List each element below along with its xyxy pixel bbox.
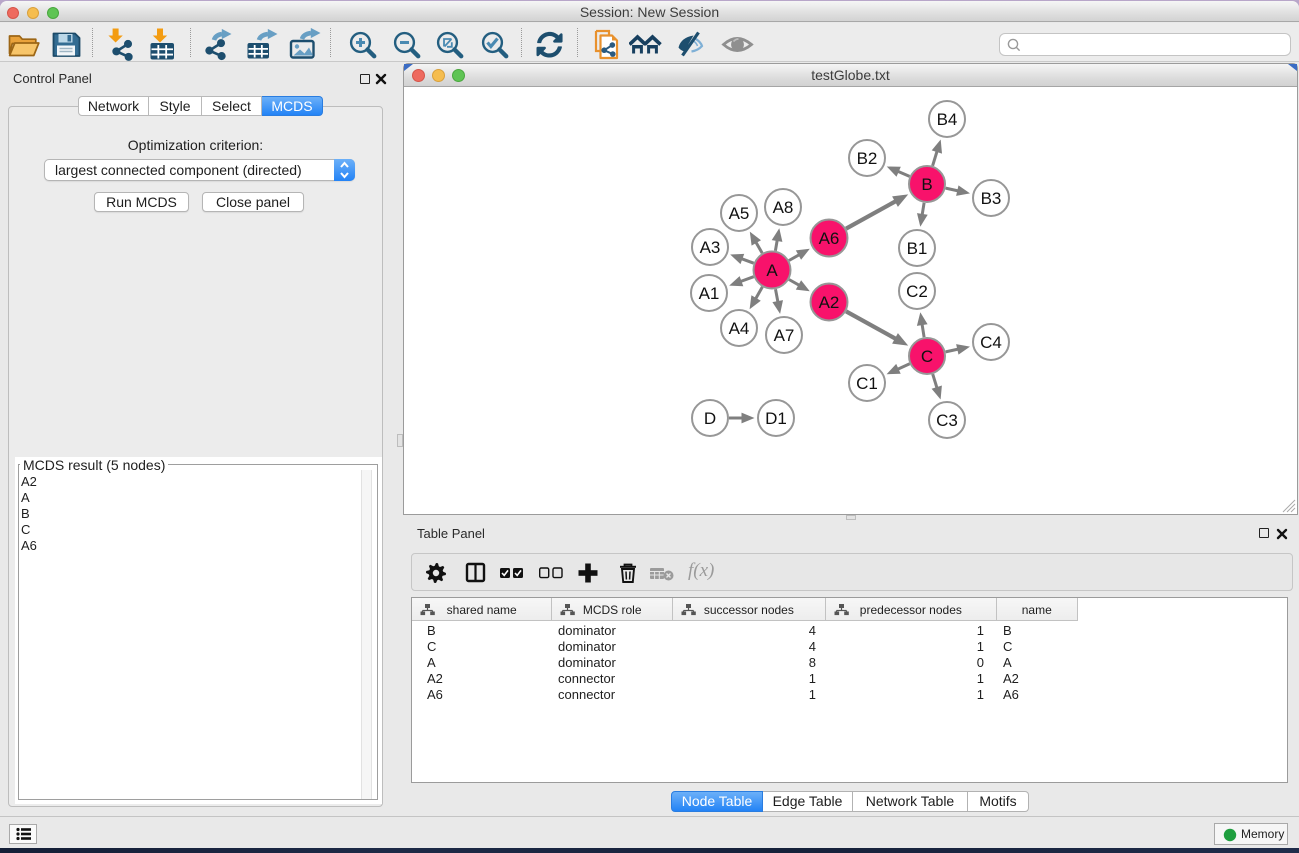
svg-text:B: B — [921, 175, 932, 194]
svg-text:C4: C4 — [980, 333, 1002, 352]
svg-text:A8: A8 — [773, 198, 794, 217]
svg-text:D1: D1 — [765, 409, 787, 428]
svg-text:A5: A5 — [729, 204, 750, 223]
svg-text:B1: B1 — [907, 239, 928, 258]
svg-text:D: D — [704, 409, 716, 428]
svg-text:A3: A3 — [700, 238, 721, 257]
svg-text:A2: A2 — [819, 293, 840, 312]
svg-text:C1: C1 — [856, 374, 878, 393]
svg-text:A1: A1 — [699, 284, 720, 303]
svg-text:B3: B3 — [981, 189, 1002, 208]
svg-text:B2: B2 — [857, 149, 878, 168]
svg-text:C: C — [921, 347, 933, 366]
svg-text:A7: A7 — [774, 326, 795, 345]
svg-text:A: A — [766, 261, 778, 280]
svg-text:B4: B4 — [937, 110, 958, 129]
svg-text:A6: A6 — [819, 229, 840, 248]
svg-text:C2: C2 — [906, 282, 928, 301]
svg-text:A4: A4 — [729, 319, 750, 338]
svg-text:C3: C3 — [936, 411, 958, 430]
